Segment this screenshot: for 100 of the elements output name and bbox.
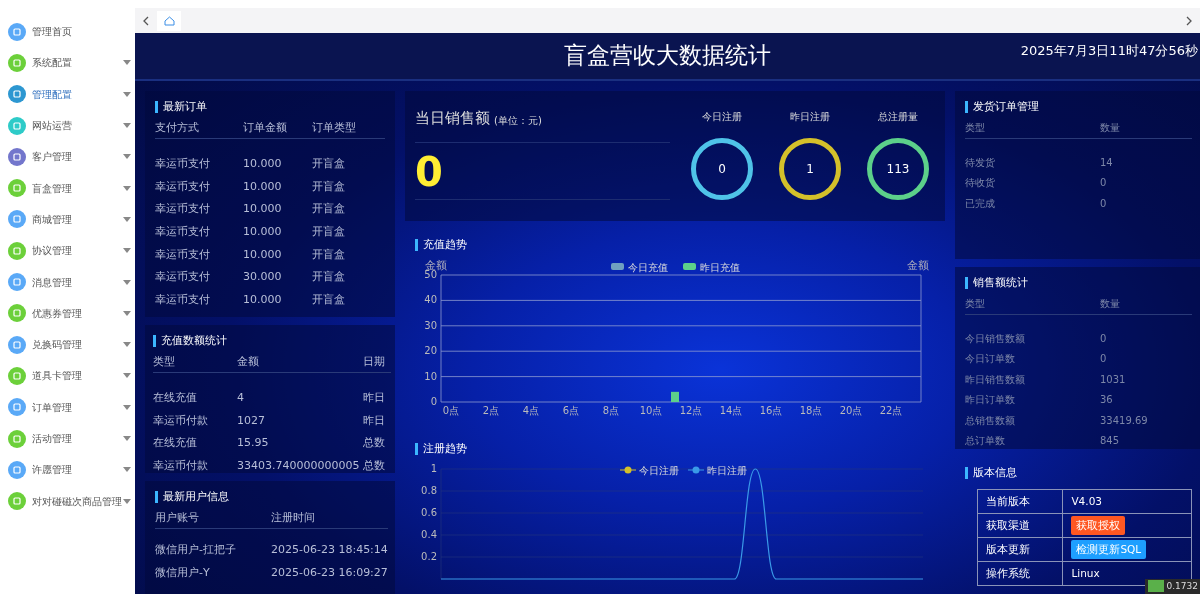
unit-label: (单位：元) (493, 114, 542, 128)
table-cell-text: 幸运币支付 (155, 156, 211, 172)
sidebar-item[interactable]: 对对碰磁次商品管理 (0, 485, 135, 517)
sidebar-item[interactable]: 网站运营 (0, 109, 135, 142)
table-cell-text: 10.000 (243, 246, 283, 263)
table-cell-text: 昨日 (363, 412, 386, 429)
table-cell-text: 今日销售数额 (965, 332, 1026, 346)
table-cell-text: 开盲盒 (312, 246, 346, 263)
axis-label: 0 (430, 396, 437, 407)
table-cell-text: 36 (1100, 393, 1114, 408)
axis-title: 金额 (907, 259, 929, 271)
table-cell: 当前版本 (977, 489, 1063, 514)
sidebar-item[interactable]: 管理配置 (0, 78, 135, 110)
table-cell-text: 0 (1100, 352, 1108, 367)
table-cell: 获取渠道 (977, 513, 1063, 538)
axis-label: 18点 (799, 405, 823, 416)
legend-item: 昨日注册 (687, 464, 747, 476)
table-cell-text: 幸运币支付 (155, 292, 211, 309)
table-cell-text: 幸运币付款 (153, 412, 209, 429)
counter-ring: 0 (691, 138, 753, 200)
sidebar-item[interactable]: 活动管理 (0, 422, 135, 455)
column-header: 金额 (237, 351, 363, 373)
table-cell-text: 微信用户-Y (155, 564, 211, 581)
sidebar-item[interactable]: 许愿管理 (0, 454, 135, 486)
sidebar-item[interactable]: 商城管理 (0, 203, 135, 236)
axis-label: 2点 (482, 405, 500, 416)
sidebar-item[interactable]: 兑换码管理 (0, 328, 135, 361)
table-cell-text: 幸运币支付 (155, 178, 211, 195)
axis-label: 40 (424, 294, 437, 306)
sidebar-item[interactable]: 盲盒管理 (0, 172, 135, 204)
column-header: 数量 (1100, 117, 1192, 139)
sales-value: 0 (415, 148, 443, 195)
column-header: 日期 (363, 351, 391, 373)
axis-label: 0.6 (421, 507, 437, 518)
legend-label: 今日注册 (639, 464, 679, 476)
column-header: 类型 (965, 117, 1100, 139)
sidebar-item[interactable]: 优惠券管理 (0, 297, 135, 329)
table-cell-text: 1031 (1100, 372, 1127, 387)
table-cell-text: 总订单数 (965, 433, 1006, 448)
table-cell-text: 10.000 (243, 201, 283, 218)
legend-label: 昨日充值 (700, 261, 740, 273)
table-cell-text: 开盲盒 (312, 292, 346, 309)
bar (671, 391, 679, 402)
table-cell-text: 0 (1100, 176, 1108, 191)
table-cell-text: 0 (1100, 332, 1108, 346)
table-cell-text: 33403.740000000005 (237, 458, 361, 473)
axis-label: 30 (424, 319, 437, 331)
table-cell-text: 开盲盒 (312, 269, 346, 286)
axis-label: 6点 (562, 405, 580, 416)
sidebar-item[interactable]: 管理首页 (0, 16, 135, 48)
sidebar-item[interactable]: 系统配置 (0, 47, 135, 79)
sales-title: 当日销售额 (415, 108, 490, 129)
table-cell-text: 微信用户-扛把子 (155, 542, 237, 558)
table-cell-text: 10.000 (243, 292, 283, 309)
table-cell-text: 待发货 (965, 156, 996, 170)
axis-title: 金额 (425, 259, 447, 271)
sidebar-item[interactable]: 客户管理 (0, 141, 135, 173)
legend-label: 今日充值 (628, 261, 668, 273)
chevron-left-icon[interactable] (143, 15, 149, 26)
table-cell-text: 10.000 (243, 178, 283, 195)
table-cell-text: 开盲盒 (312, 156, 346, 172)
chevron-right-icon[interactable] (1186, 15, 1192, 26)
table-cell-text: 待收货 (965, 176, 996, 191)
table-cell-text: 1027 (237, 412, 266, 429)
date-time: 2025年7月3日11时47分56秒 (1020, 42, 1198, 60)
legend-label: 昨日注册 (707, 464, 747, 476)
axis-label: 4点 (522, 405, 540, 416)
counter-label: 昨日注册 (790, 110, 830, 124)
table-cell-text: 在线充值 (153, 390, 198, 406)
axis-label: 16点 (759, 405, 783, 416)
column-header: 类型 (153, 351, 237, 373)
panel-title: 销售额统计 (965, 277, 1028, 289)
panel-title: 最新用户信息 (155, 491, 229, 503)
column-header: 用户账号 (155, 507, 271, 529)
dashboard-title: 盲盒营收大数据统计 (564, 42, 771, 70)
table-cell-text: 幸运币支付 (155, 201, 211, 218)
sidebar-item[interactable]: 协议管理 (0, 235, 135, 267)
table-cell-text: 2025-06-23 16:09:27 (271, 564, 388, 581)
sidebar-item[interactable]: 消息管理 (0, 266, 135, 298)
table-cell-text: 33419.69 (1100, 413, 1149, 428)
column-header: 订单类型 (312, 117, 385, 139)
table-cell-text: 开盲盒 (312, 178, 346, 195)
table-cell-text: 昨日 (363, 390, 386, 406)
speed-badge: 0.1732 (1144, 578, 1200, 594)
table-cell-text: 0 (1100, 196, 1108, 211)
column-header: 注册时间 (271, 507, 388, 529)
legend-item: 今日充值 (611, 261, 668, 273)
axis-label: 22点 (879, 405, 903, 416)
table-cell-text: 今日订单数 (965, 352, 1016, 367)
table-cell-text: 14 (1100, 156, 1114, 170)
table-cell-text: 幸运币支付 (155, 246, 211, 263)
axis-label: 0.2 (421, 551, 437, 562)
home-icon (163, 15, 175, 26)
sidebar-item[interactable]: 订单管理 (0, 391, 135, 423)
table-cell-text: 总数 (363, 435, 386, 452)
column-header: 订单金额 (243, 117, 312, 139)
sidebar-item[interactable]: 道具卡管理 (0, 360, 135, 392)
table-cell-text: 总销售数额 (965, 413, 1016, 428)
axis-label: 0.8 (421, 485, 437, 496)
table-cell-text: 15.95 (237, 435, 270, 452)
